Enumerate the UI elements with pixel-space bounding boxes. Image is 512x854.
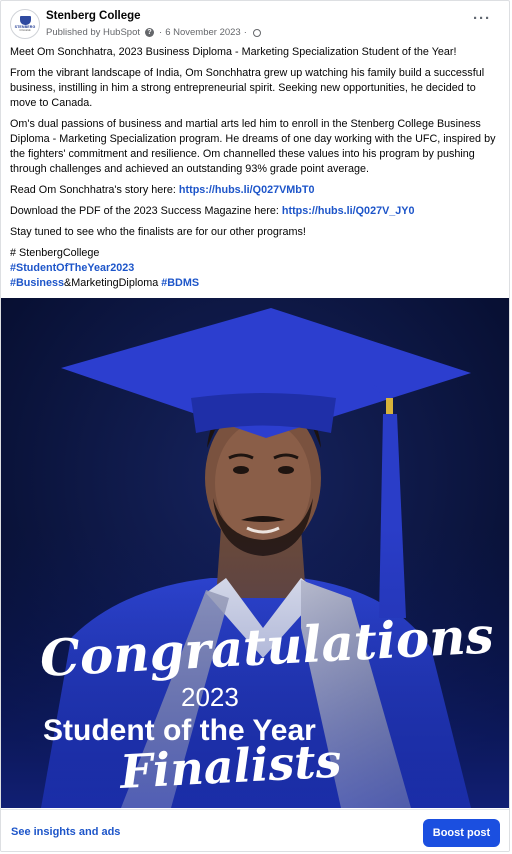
hashtag-business[interactable]: #Business [10,277,64,289]
published-by: Published by HubSpot [46,27,141,38]
meta-separator: · [159,27,163,38]
year-text: 2023 [181,682,239,712]
post-header: STENBERG COLLEGE Stenberg College Publis… [1,1,509,41]
help-icon[interactable]: ? [145,28,155,37]
post-date[interactable]: 6 November 2023 [165,27,241,38]
marketing-diploma-text: &MarketingDiploma [64,277,162,289]
post-paragraph: Om's dual passions of business and marti… [10,118,496,175]
hashtags: # StenbergCollege #StudentOfTheYear2023 … [10,246,502,291]
story-link[interactable]: https://hubs.li/Q027VMbT0 [179,184,315,196]
pdf-prefix: Download the PDF of the 2023 Success Mag… [10,205,282,217]
hashtag-line: #Business&MarketingDiploma #BDMS [10,276,502,291]
post-footer: See insights and ads Boost post [1,809,509,851]
page-name[interactable]: Stenberg College [46,10,141,22]
hashtag-plain: # StenbergCollege [10,247,100,259]
post-text: Meet Om Sonchhatra, 2023 Business Diplom… [10,45,502,291]
post-card: STENBERG COLLEGE Stenberg College Publis… [0,0,510,852]
pdf-line: Download the PDF of the 2023 Success Mag… [10,204,502,219]
hashtag-bdms[interactable]: #BDMS [161,277,199,289]
graduate-photo: Congratulations 2023 Student of the Year… [1,298,509,808]
hashtag-student-of-the-year[interactable]: #StudentOfTheYear2023 [10,261,502,276]
globe-icon [252,28,261,37]
stay-tuned-text: Stay tuned to see who the finalists are … [10,226,306,238]
post-meta: Published by HubSpot ? · 6 November 2023… [46,27,261,38]
pdf-link[interactable]: https://hubs.li/Q027V_JY0 [282,205,415,217]
story-line: Read Om Sonchhatra's story here: https:/… [10,183,502,198]
more-options-icon[interactable]: ··· [473,10,491,27]
see-insights-link[interactable]: See insights and ads [11,826,120,838]
post-paragraph: Meet Om Sonchhatra, 2023 Business Diplom… [10,46,457,58]
post-paragraph: From the vibrant landscape of India, Om … [10,67,485,109]
avatar-logo-subtext: COLLEGE [19,28,31,32]
boost-post-button[interactable]: Boost post [423,819,500,847]
story-prefix: Read Om Sonchhatra's story here: [10,184,179,196]
college-shield-icon [19,16,31,25]
page-avatar[interactable]: STENBERG COLLEGE [10,9,40,39]
post-image[interactable]: Congratulations 2023 Student of the Year… [1,298,509,808]
meta-separator: · [243,27,247,38]
